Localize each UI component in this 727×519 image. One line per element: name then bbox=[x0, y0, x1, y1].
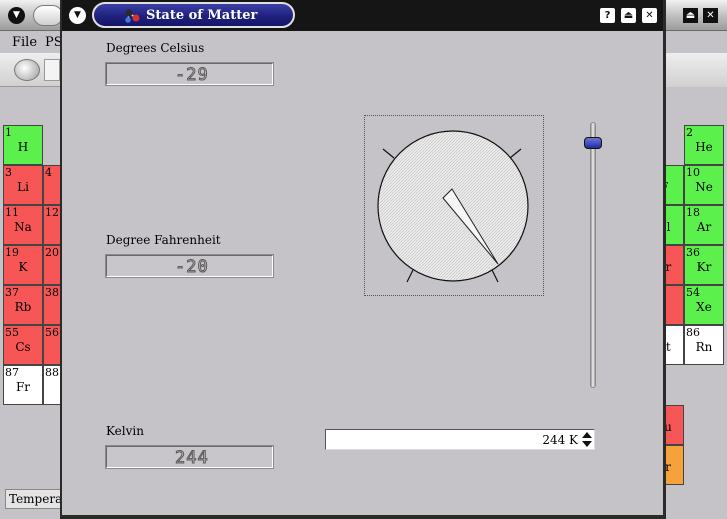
kelvin-label: Kelvin bbox=[106, 424, 144, 438]
celsius-label: Degrees Celsius bbox=[106, 41, 205, 55]
element-cell[interactable]: 2 He bbox=[684, 125, 724, 165]
dialog-menu-icon[interactable]: ▼ bbox=[69, 7, 86, 24]
celsius-value: -29 bbox=[175, 65, 209, 86]
element-number: 36 bbox=[686, 246, 700, 259]
element-number: 87 bbox=[5, 366, 19, 379]
molecule-icon bbox=[125, 9, 140, 23]
element-number: 2 bbox=[686, 126, 693, 139]
element-cell[interactable]: 54 Xe bbox=[684, 285, 724, 325]
element-number: 86 bbox=[686, 326, 700, 339]
toolbar-sphere-icon[interactable] bbox=[14, 59, 40, 81]
element-number: 3 bbox=[5, 166, 12, 179]
element-number: 55 bbox=[5, 326, 19, 339]
spin-down-arrow-icon[interactable] bbox=[582, 441, 592, 447]
element-cell[interactable]: 3 Li bbox=[3, 165, 43, 205]
element-cell[interactable]: 1H bbox=[3, 125, 43, 165]
fahrenheit-value: -20 bbox=[175, 257, 209, 278]
element-symbol: Fr bbox=[15, 380, 31, 394]
element-cell[interactable]: 18 Ar bbox=[684, 205, 724, 245]
element-symbol: Rb bbox=[14, 300, 32, 314]
element-cell[interactable]: 86 Rn bbox=[684, 325, 724, 365]
close-icon[interactable]: ✕ bbox=[703, 8, 718, 23]
fahrenheit-label: Degree Fahrenheit bbox=[106, 233, 221, 247]
element-number: 11 bbox=[5, 206, 19, 219]
element-symbol: K bbox=[18, 260, 28, 274]
temperature-spinbox-value: 244 K bbox=[542, 433, 578, 447]
dialog-titlebar: ▼ State of Matter ? ⏏ ✕ bbox=[62, 0, 663, 31]
state-of-matter-dialog: ▼ State of Matter ? ⏏ ✕ Degrees Celsius … bbox=[60, 0, 666, 519]
element-cell[interactable]: 36 Kr bbox=[684, 245, 724, 285]
help-icon[interactable]: ? bbox=[600, 8, 615, 23]
dial-tick bbox=[491, 269, 499, 283]
shade-icon[interactable]: ⏏ bbox=[683, 8, 698, 23]
element-number: 18 bbox=[686, 206, 700, 219]
spin-up-arrow-icon[interactable] bbox=[582, 432, 592, 438]
element-symbol: Rn bbox=[695, 340, 713, 354]
thermometer-dial bbox=[364, 115, 544, 296]
close-icon[interactable]: ✕ bbox=[642, 8, 657, 23]
window-menu-icon[interactable]: ▼ bbox=[8, 7, 25, 24]
element-number: 38 bbox=[45, 286, 59, 299]
temperature-slider-track[interactable] bbox=[590, 122, 596, 388]
dialog-title-pill: State of Matter bbox=[92, 2, 295, 28]
element-cell[interactable]: 55 Cs bbox=[3, 325, 43, 365]
element-symbol: H bbox=[17, 140, 29, 154]
element-number: 20 bbox=[45, 246, 59, 259]
celsius-lcd: -29 bbox=[105, 62, 274, 86]
toolbar-chart-icon[interactable] bbox=[44, 59, 60, 81]
element-number: 12 bbox=[45, 206, 59, 219]
dialog-title: State of Matter bbox=[146, 8, 258, 23]
element-number: 4 bbox=[45, 166, 52, 179]
temperature-slider-handle[interactable] bbox=[584, 137, 602, 150]
element-symbol: Kr bbox=[696, 260, 712, 274]
element-cell[interactable]: 87 Fr bbox=[3, 365, 43, 405]
element-number: 1 bbox=[5, 126, 12, 139]
background-title-pill bbox=[33, 5, 63, 26]
element-symbol: Xe bbox=[696, 300, 712, 314]
kelvin-value: 244 bbox=[175, 448, 209, 469]
element-symbol: Ne bbox=[695, 180, 713, 194]
element-symbol: Li bbox=[17, 180, 29, 194]
element-cell[interactable]: 11 Na bbox=[3, 205, 43, 245]
element-cell[interactable]: 10 Ne bbox=[684, 165, 724, 205]
element-number: 19 bbox=[5, 246, 19, 259]
temperature-tab[interactable]: Temperat bbox=[5, 489, 65, 509]
dial-tick bbox=[509, 148, 522, 159]
temperature-spinbox[interactable]: 244 K bbox=[325, 429, 595, 450]
element-cell[interactable]: 19 K bbox=[3, 245, 43, 285]
element-symbol: Na bbox=[14, 220, 32, 234]
dial-tick bbox=[406, 269, 414, 283]
element-symbol: Cs bbox=[15, 340, 31, 354]
dial-tick bbox=[382, 148, 395, 159]
element-symbol: Ar bbox=[696, 220, 712, 234]
element-cell[interactable]: 37 Rb bbox=[3, 285, 43, 325]
element-symbol: He bbox=[695, 140, 713, 154]
element-number: 56 bbox=[45, 326, 59, 339]
shade-icon[interactable]: ⏏ bbox=[621, 8, 636, 23]
menu-file[interactable]: File bbox=[12, 35, 37, 50]
element-number: 54 bbox=[686, 286, 700, 299]
kelvin-lcd: 244 bbox=[105, 445, 274, 469]
background-toolbar-right bbox=[666, 53, 727, 87]
element-number: 37 bbox=[5, 286, 19, 299]
element-number: 88 bbox=[45, 366, 59, 379]
fahrenheit-lcd: -20 bbox=[105, 254, 274, 278]
element-number: 10 bbox=[686, 166, 700, 179]
